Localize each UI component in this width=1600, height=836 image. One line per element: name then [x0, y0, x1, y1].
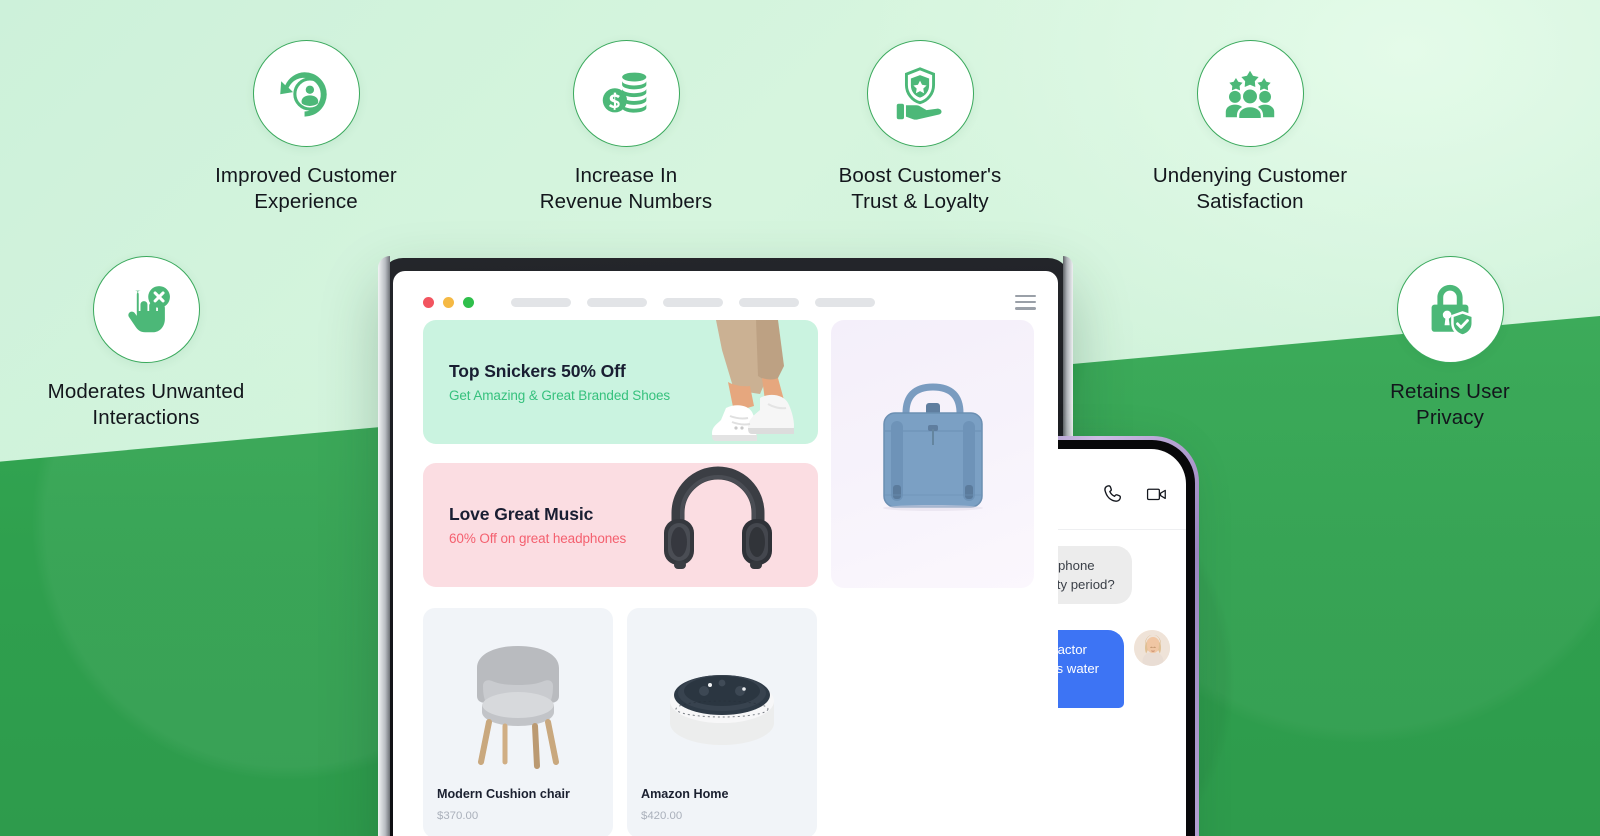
nav-placeholder-5[interactable] — [815, 297, 875, 307]
feature-improved-customer-experience: Improved Customer Experience — [176, 40, 436, 215]
browser-toolbar — [393, 271, 1058, 320]
feature-label: Improved Customer Experience — [215, 164, 397, 214]
chat-actions — [1102, 483, 1168, 505]
product-price: $370.00 — [437, 809, 479, 822]
nav-placeholder-3[interactable] — [663, 297, 723, 307]
smart-speaker-photo — [641, 622, 803, 787]
people-stars-icon — [1225, 70, 1275, 120]
promo-title: Love Great Music — [449, 503, 594, 524]
nav-placeholder-4[interactable] — [739, 297, 799, 307]
window-controls[interactable] — [423, 296, 474, 308]
walking-legs-sneakers-photo — [628, 319, 818, 444]
feature-moderates-unwanted-interactions: Moderates Unwanted Interactions — [16, 256, 276, 431]
over-ear-headphones-photo — [628, 463, 818, 587]
lock-shield-check-icon — [1431, 284, 1475, 337]
close-dot-red[interactable] — [423, 296, 434, 308]
promo-card-music[interactable]: Love Great Music 60% Off on great headph… — [423, 462, 818, 587]
store-main-column: Top Snickers 50% Off Get Amazing & Great… — [423, 319, 818, 836]
feature-boost-trust-loyalty: Boost Customer's Trust & Loyalty — [790, 40, 1050, 215]
store-side-column — [831, 319, 1034, 836]
feature-retains-user-privacy: Retains User Privacy — [1320, 256, 1580, 431]
feature-label: Undenying Customer Satisfaction — [1152, 164, 1348, 214]
grey-armchair-photo — [437, 622, 599, 787]
feature-label: Increase In Revenue Numbers — [539, 164, 713, 214]
product-card-chair[interactable]: Modern Cushion chair $370.00 — [423, 607, 613, 836]
product-name: Modern Cushion chair — [437, 786, 570, 801]
hamburger-menu-icon[interactable] — [1015, 295, 1036, 310]
feature-label: Moderates Unwanted Interactions — [47, 380, 245, 430]
promo-card-shoes[interactable]: Top Snickers 50% Off Get Amazing & Great… — [423, 319, 818, 444]
product-card-backpack[interactable] — [831, 319, 1034, 588]
promo-text: Love Great Music 60% Off on great headph… — [449, 504, 626, 546]
feature-increase-revenue: Increase In Revenue Numbers — [496, 40, 756, 215]
minimize-dot-yellow[interactable] — [443, 296, 454, 308]
hand-block-x-icon — [128, 285, 170, 332]
video-call-icon[interactable] — [1146, 483, 1168, 505]
feature-icon-circle — [866, 40, 974, 147]
nav-placeholder-2[interactable] — [587, 297, 647, 307]
store-content: Top Snickers 50% Off Get Amazing & Great… — [393, 319, 1058, 836]
feature-icon-circle — [572, 40, 680, 147]
product-price: $420.00 — [641, 809, 683, 822]
laptop-mockup: Top Snickers 50% Off Get Amazing & Great… — [378, 256, 1073, 836]
maximize-dot-green[interactable] — [463, 296, 474, 308]
coins-dollar-icon — [602, 72, 647, 113]
feature-icon-circle — [1396, 256, 1504, 363]
feature-label: Retains User Privacy — [1390, 380, 1510, 430]
promo-subtitle: 60% Off on great headphones — [449, 530, 627, 546]
product-grid: Modern Cushion chair $370.00 Amazon Home… — [423, 607, 818, 836]
phone-call-icon[interactable] — [1102, 483, 1124, 505]
feature-icon-circle — [92, 256, 200, 363]
feature-label: Boost Customer's Trust & Loyalty — [838, 164, 1002, 214]
hand-shield-star-icon — [896, 66, 942, 120]
feature-icon-circle — [1196, 40, 1304, 147]
blue-backpack-photo — [882, 383, 983, 511]
nav-placeholder-1[interactable] — [511, 297, 571, 307]
feature-customer-satisfaction: Undenying Customer Satisfaction — [1120, 40, 1380, 215]
laptop-screen: Top Snickers 50% Off Get Amazing & Great… — [393, 271, 1058, 836]
product-card-speaker[interactable]: Amazon Home $420.00 — [627, 607, 817, 836]
avatar[interactable] — [1134, 630, 1170, 667]
feature-icon-circle — [252, 40, 360, 147]
product-name: Amazon Home — [641, 786, 729, 801]
customer-experience-refresh-icon — [280, 71, 327, 117]
